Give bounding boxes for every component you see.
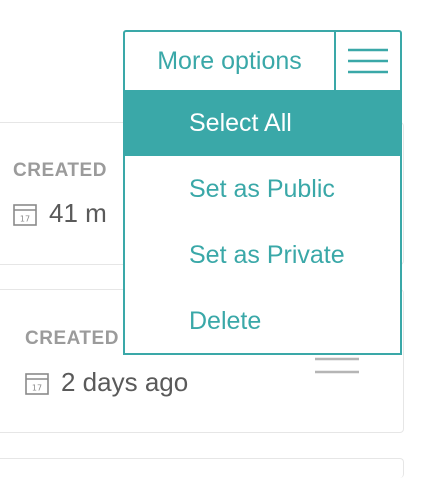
dropdown-header: More options: [125, 32, 400, 90]
created-date-row: 17 41 m: [13, 198, 107, 229]
hamburger-menu-button[interactable]: [336, 32, 400, 90]
created-date-row: 17 2 days ago: [25, 367, 188, 398]
more-options-dropdown: More options Select All Set as Public Se…: [123, 30, 402, 355]
created-date-text: 41 m: [49, 198, 107, 228]
created-date-text: 2 days ago: [61, 367, 189, 397]
calendar-icon: 17: [13, 203, 37, 226]
menu-item-set-private[interactable]: Set as Private: [125, 222, 400, 288]
svg-text:17: 17: [32, 383, 42, 392]
card-menu-icon[interactable]: [315, 357, 359, 377]
more-options-button[interactable]: More options: [125, 32, 336, 90]
svg-text:17: 17: [20, 214, 30, 223]
calendar-icon: 17: [25, 372, 49, 395]
menu-item-set-public[interactable]: Set as Public: [125, 156, 400, 222]
created-label: CREATED: [25, 328, 119, 349]
menu-item-select-all[interactable]: Select All: [125, 90, 400, 156]
created-label: CREATED: [13, 160, 107, 181]
menu-item-delete[interactable]: Delete: [125, 288, 400, 354]
item-card: [0, 458, 404, 478]
hamburger-icon: [348, 48, 388, 74]
dropdown-menu-list: Select All Set as Public Set as Private …: [125, 90, 400, 354]
